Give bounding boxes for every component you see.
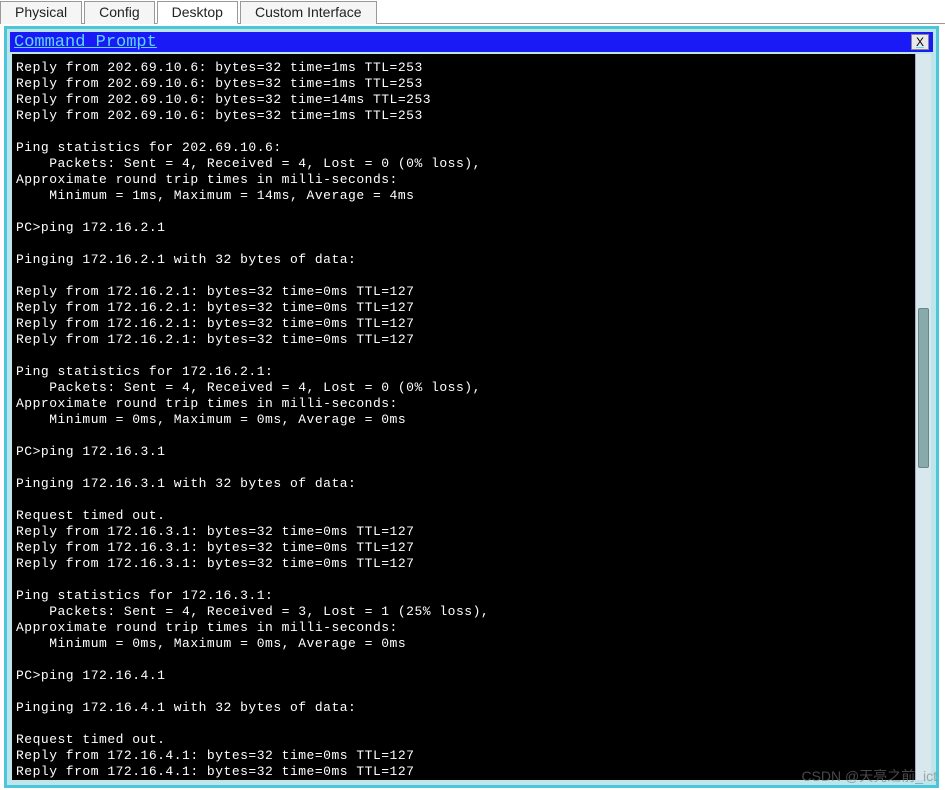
tab-bar: Physical Config Desktop Custom Interface [0,0,945,24]
terminal-output: Reply from 202.69.10.6: bytes=32 time=1m… [16,60,911,780]
tab-config[interactable]: Config [84,1,154,24]
scroll-thumb[interactable] [918,308,929,468]
tab-custom-interface[interactable]: Custom Interface [240,1,377,24]
window-titlebar[interactable]: Command Prompt X [10,32,933,52]
scrollbar[interactable] [915,54,931,780]
close-button[interactable]: X [911,34,929,50]
desktop-panel: Command Prompt X Reply from 202.69.10.6:… [4,26,939,788]
terminal[interactable]: Reply from 202.69.10.6: bytes=32 time=1m… [12,54,915,780]
watermark: CSDN @天亮之前_ict [801,766,937,786]
tab-desktop[interactable]: Desktop [157,1,238,24]
tab-physical[interactable]: Physical [0,1,82,24]
terminal-container: Reply from 202.69.10.6: bytes=32 time=1m… [10,52,933,782]
window-title: Command Prompt [14,33,157,52]
